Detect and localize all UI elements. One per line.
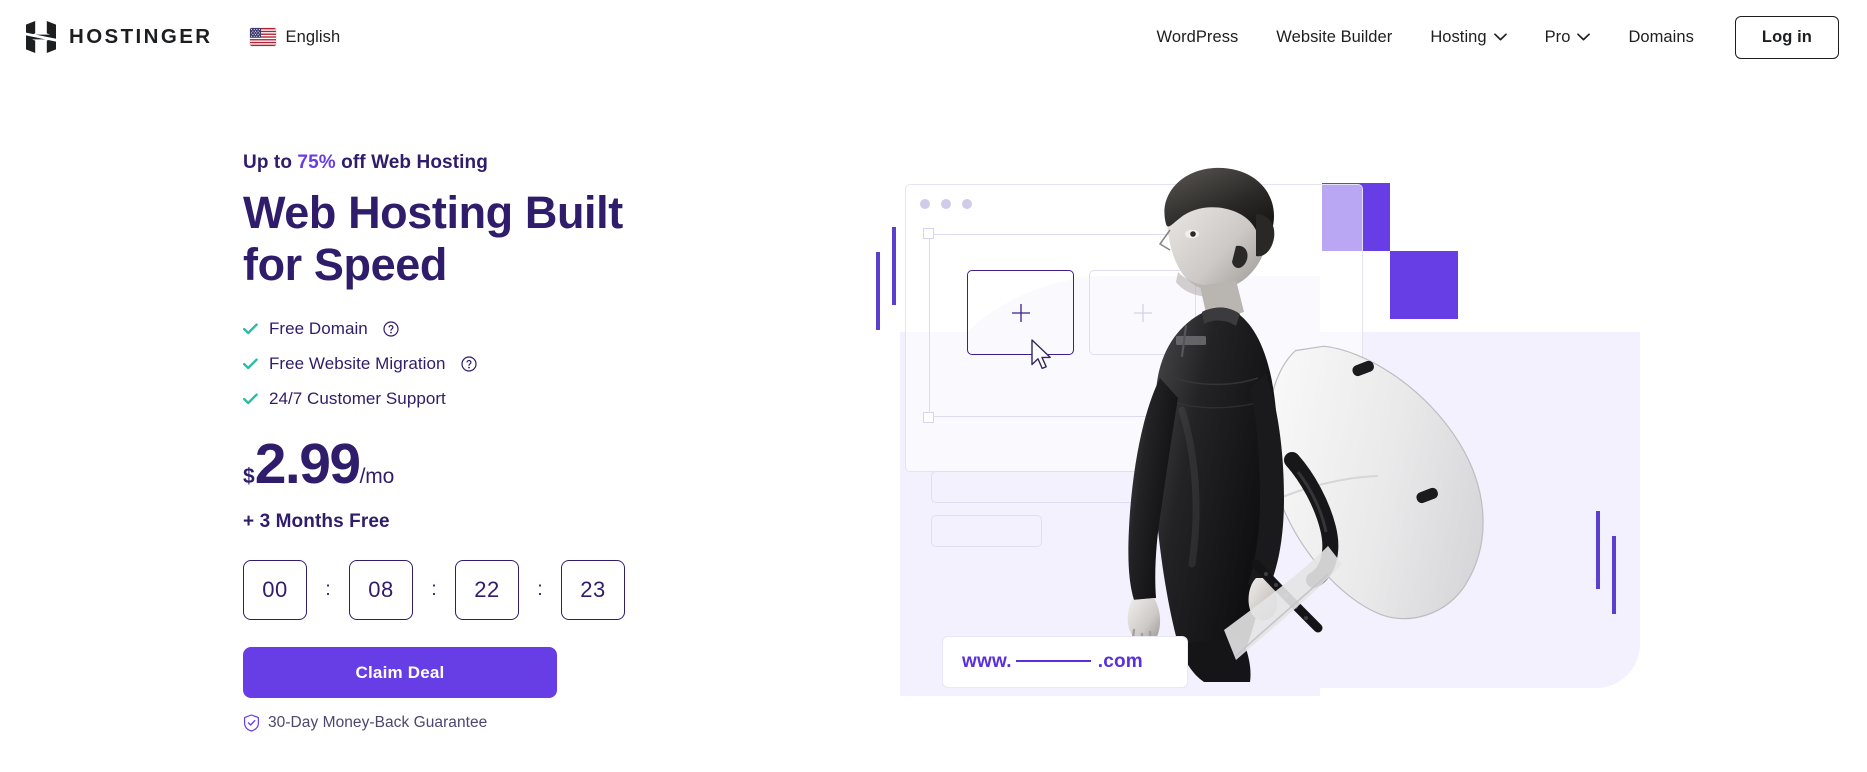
- eyebrow-percent: 75%: [297, 152, 336, 173]
- us-flag-icon: [250, 28, 277, 46]
- nav-item-website-builder[interactable]: Website Builder: [1257, 20, 1411, 55]
- hero-content: Up to 75% off Web Hosting Web Hosting Bu…: [243, 152, 803, 732]
- countdown-minutes: 22: [455, 560, 519, 621]
- site-header: HOSTINGER English WordPress Website Buil…: [0, 0, 1867, 74]
- selection-edge: [929, 234, 930, 417]
- domain-suffix: .com: [1097, 651, 1143, 672]
- price-period: /mo: [359, 465, 395, 489]
- brand-logo[interactable]: HOSTINGER: [26, 21, 212, 53]
- mouse-pointer-icon: [1031, 339, 1051, 370]
- countdown-separator: :: [325, 579, 331, 601]
- login-button[interactable]: Log in: [1734, 15, 1839, 59]
- surfer-photo: [1127, 167, 1484, 682]
- help-circle-icon[interactable]: [460, 356, 477, 372]
- bonus-months-label: + 3 Months Free: [243, 511, 390, 533]
- window-dot-icon: [920, 199, 930, 209]
- domain-search-bar[interactable]: www. .com: [942, 636, 1188, 688]
- accent-bar: [876, 252, 880, 330]
- chevron-down-icon: [1493, 33, 1507, 41]
- main-navigation: WordPress Website Builder Hosting Pro Do…: [1138, 15, 1867, 59]
- help-circle-icon[interactable]: [383, 321, 399, 337]
- countdown-days: 00: [243, 560, 307, 621]
- nav-label: WordPress: [1156, 27, 1239, 46]
- countdown-separator: :: [431, 579, 437, 601]
- domain-blank-line: [1015, 659, 1091, 663]
- nav-label: Website Builder: [1276, 27, 1393, 46]
- language-label: English: [285, 27, 341, 46]
- nav-label: Pro: [1544, 27, 1571, 46]
- window-dot-icon: [941, 199, 951, 209]
- countdown-timer: 00 : 08 : 22 : 23: [243, 560, 803, 621]
- page-title: Web Hosting Built for Speed: [243, 187, 623, 291]
- feature-label: Free Website Migration: [269, 354, 446, 374]
- list-item: 24/7 Customer Support: [243, 389, 803, 409]
- domain-prefix: www.: [962, 651, 1012, 672]
- promo-eyebrow: Up to 75% off Web Hosting: [243, 152, 803, 174]
- nav-item-hosting[interactable]: Hosting: [1411, 20, 1525, 55]
- feature-label: 24/7 Customer Support: [269, 389, 446, 409]
- resize-handle[interactable]: [923, 228, 934, 239]
- claim-deal-button[interactable]: Claim Deal: [243, 647, 557, 699]
- window-traffic-lights: [920, 199, 972, 209]
- check-icon: [243, 393, 258, 405]
- countdown-seconds: 23: [561, 560, 625, 621]
- shield-check-icon: [244, 714, 259, 732]
- price-currency: $: [243, 465, 255, 489]
- language-selector[interactable]: English: [250, 28, 340, 47]
- nav-item-wordpress[interactable]: WordPress: [1138, 20, 1258, 55]
- accent-bar: [892, 227, 896, 305]
- nav-label: Domains: [1628, 27, 1694, 46]
- chevron-down-icon: [1577, 33, 1591, 41]
- window-dot-icon: [962, 199, 972, 209]
- logo-wordmark: HOSTINGER: [69, 25, 213, 48]
- accent-bar: [1596, 511, 1600, 589]
- builder-block-selected[interactable]: [967, 270, 1074, 355]
- resize-handle[interactable]: [923, 412, 934, 423]
- list-item: Free Domain: [243, 319, 803, 339]
- hostinger-h-logo-icon: [26, 21, 56, 53]
- feature-label: Free Domain: [269, 319, 368, 339]
- plus-icon: [1011, 303, 1030, 322]
- head: [1159, 167, 1275, 297]
- hero-artwork: www. .com: [860, 74, 1867, 772]
- countdown-separator: :: [537, 579, 543, 601]
- feature-list: Free Domain Free Website Migration 24/7: [243, 319, 803, 409]
- price-amount: 2.99: [254, 432, 361, 497]
- check-icon: [243, 358, 258, 370]
- countdown-hours: 08: [349, 560, 413, 621]
- list-item: Free Website Migration: [243, 354, 803, 374]
- eyebrow-suffix: off Web Hosting: [335, 152, 488, 173]
- eyebrow-prefix: Up to: [243, 152, 298, 173]
- builder-bar-short[interactable]: [931, 515, 1042, 547]
- check-icon: [243, 323, 258, 335]
- money-back-guarantee: 30-Day Money-Back Guarantee: [243, 714, 803, 732]
- nav-label: Hosting: [1430, 27, 1487, 46]
- nav-item-domains[interactable]: Domains: [1609, 20, 1712, 55]
- guarantee-label: 30-Day Money-Back Guarantee: [268, 714, 488, 732]
- nav-item-pro[interactable]: Pro: [1526, 20, 1610, 55]
- accent-bar: [1612, 536, 1616, 614]
- price-block: $ 2.99 /mo: [243, 436, 803, 493]
